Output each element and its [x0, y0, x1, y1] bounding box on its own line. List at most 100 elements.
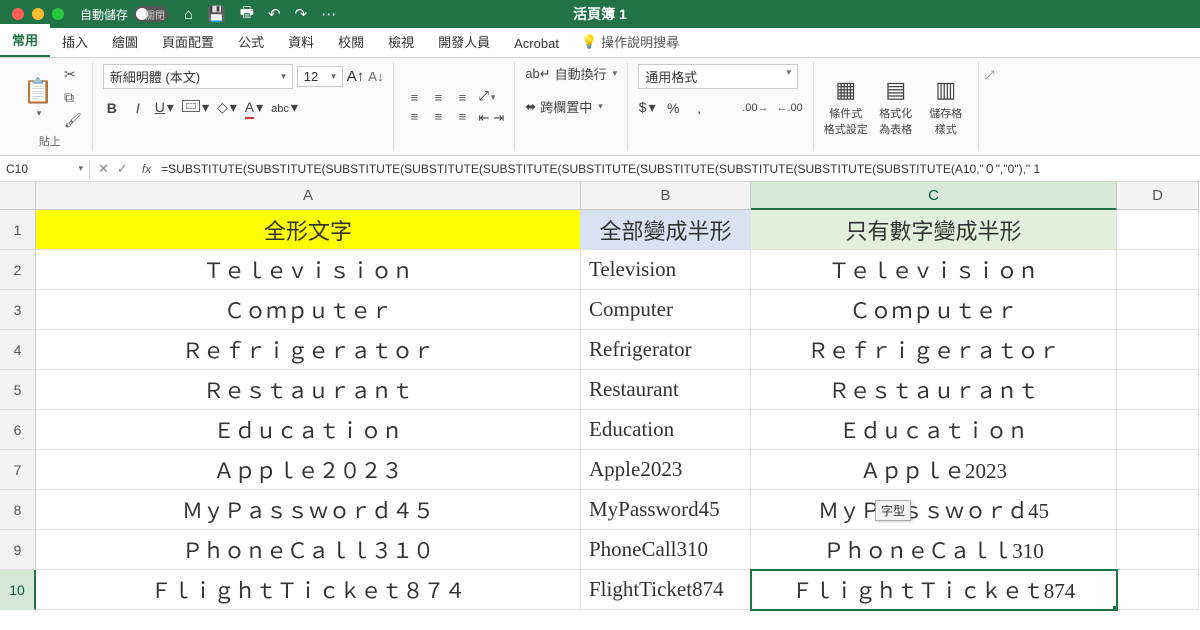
orientation-icon[interactable]: ⤢▾ — [478, 88, 504, 104]
row-header[interactable]: 2 — [0, 250, 36, 290]
cell[interactable] — [1117, 530, 1199, 570]
cell[interactable]: Apple2023 — [581, 450, 751, 490]
cell[interactable]: MyPassword45 — [581, 490, 751, 530]
cell[interactable]: Education — [581, 410, 751, 450]
cell[interactable] — [1117, 410, 1199, 450]
format-painter-icon[interactable]: 🖌 — [64, 112, 82, 129]
cell[interactable]: Television — [581, 250, 751, 290]
tell-me-search[interactable]: 💡 操作說明搜尋 — [571, 26, 689, 57]
row-header[interactable]: 3 — [0, 290, 36, 330]
column-header[interactable]: D — [1117, 182, 1199, 210]
font-name-select[interactable]: 新細明體 (本文)▾ — [103, 64, 293, 89]
cell[interactable] — [1117, 290, 1199, 330]
tab-page-layout[interactable]: 頁面配置 — [150, 26, 226, 57]
autosave-toggle[interactable]: 自動儲存 關閉 — [80, 6, 168, 23]
ribbon-expand-icon[interactable]: ⤢ — [985, 68, 995, 83]
enter-icon[interactable]: ✓ — [117, 161, 128, 177]
increase-font-icon[interactable]: A↑ — [347, 68, 365, 85]
cell[interactable]: Ｅｄｕｃａｔｉｏｎ — [36, 410, 581, 450]
cell[interactable]: ＰｈｏｎｅＣａｌｌ310 — [751, 530, 1117, 570]
cell[interactable]: 全部變成半形 — [581, 210, 751, 250]
decrease-decimal-button[interactable]: ←.00 — [776, 102, 802, 114]
number-format-select[interactable]: 通用格式▾ — [638, 64, 798, 89]
row-header[interactable]: 4 — [0, 330, 36, 370]
cell[interactable]: Ｒｅｓｔａｕｒａｎｔ — [751, 370, 1117, 410]
paste-button[interactable]: 📋 ▾ — [18, 77, 58, 119]
column-header[interactable]: C — [751, 182, 1117, 210]
tab-home[interactable]: 常用 — [0, 24, 50, 57]
cell[interactable]: Ａｐｐｌｅ２０２３ — [36, 450, 581, 490]
cell[interactable]: Ｒｅｆｒｉｇｅｒａｔｏｒ — [36, 330, 581, 370]
row-header[interactable]: 10 — [0, 570, 36, 610]
cell[interactable] — [1117, 210, 1199, 250]
cell[interactable] — [1117, 250, 1199, 290]
cell[interactable]: Ｃｏｍｐｕｔｅｒ — [751, 290, 1117, 330]
select-all-corner[interactable] — [0, 182, 36, 210]
align-right-icon[interactable]: ≡ — [452, 109, 472, 124]
save-icon[interactable]: 💾 — [207, 5, 226, 23]
cell[interactable]: FlightTicket874 — [581, 570, 751, 610]
cell[interactable]: Ｔｅｌｅｖｉｓｉｏｎ — [36, 250, 581, 290]
column-header[interactable]: A — [36, 182, 581, 210]
cell[interactable]: Ｒｅｓｔａｕｒａｎｔ — [36, 370, 581, 410]
redo-icon[interactable]: ↷ — [295, 5, 308, 23]
tab-review[interactable]: 校閱 — [326, 26, 376, 57]
row-header[interactable]: 9 — [0, 530, 36, 570]
zoom-window[interactable] — [52, 8, 64, 20]
more-icon[interactable]: ⋯ — [321, 5, 336, 23]
close-window[interactable] — [12, 8, 24, 20]
minimize-window[interactable] — [32, 8, 44, 20]
cut-icon[interactable]: ✂︎ — [64, 66, 82, 83]
cell[interactable]: Computer — [581, 290, 751, 330]
fx-icon[interactable]: fx — [136, 162, 157, 176]
cell[interactable]: Ｅｄｕｃａｔｉｏｎ — [751, 410, 1117, 450]
tab-formulas[interactable]: 公式 — [226, 26, 276, 57]
currency-button[interactable]: $▾ — [638, 99, 656, 116]
phonetic-button[interactable]: abc▾ — [271, 99, 298, 116]
cell[interactable] — [1117, 490, 1199, 530]
cell[interactable]: Restaurant — [581, 370, 751, 410]
align-bottom-icon[interactable]: ≡ — [452, 90, 472, 105]
tab-acrobat[interactable]: Acrobat — [502, 30, 571, 57]
print-icon[interactable]: 🖶 — [240, 2, 254, 27]
row-header[interactable]: 5 — [0, 370, 36, 410]
increase-indent-icon[interactable]: ⇥ — [493, 110, 504, 126]
align-top-icon[interactable]: ≡ — [404, 90, 424, 105]
home-icon[interactable]: ⌂ — [184, 6, 193, 23]
cell[interactable] — [1117, 570, 1199, 610]
underline-button[interactable]: U▾ — [155, 99, 174, 116]
cell[interactable]: Refrigerator — [581, 330, 751, 370]
align-left-icon[interactable]: ≡ — [404, 109, 424, 124]
tab-developer[interactable]: 開發人員 — [426, 26, 502, 57]
cell[interactable] — [1117, 450, 1199, 490]
cell[interactable]: Ｔｅｌｅｖｉｓｉｏｎ — [751, 250, 1117, 290]
bold-button[interactable]: B — [103, 100, 121, 116]
tab-insert[interactable]: 插入 — [50, 26, 100, 57]
increase-decimal-button[interactable]: .00→ — [742, 102, 768, 114]
wrap-text-button[interactable]: ab↵自動換行▾ — [525, 64, 617, 83]
cell[interactable] — [1117, 370, 1199, 410]
fill-handle[interactable] — [1113, 606, 1117, 610]
cell-styles-button[interactable]: ▥ 儲存格 樣式 — [924, 77, 968, 137]
cell[interactable]: ＭｙＰａｓｓｗｏｒｄ45字型 — [751, 490, 1117, 530]
column-header[interactable]: B — [581, 182, 751, 210]
cell[interactable]: ＦｌｉｇｈｔＴｉｃｋｅｔ874 — [751, 570, 1117, 610]
font-size-select[interactable]: 12▾ — [297, 66, 343, 87]
row-header[interactable]: 7 — [0, 450, 36, 490]
fill-color-button[interactable]: ◇▾ — [217, 99, 237, 116]
cell[interactable]: ＦｌｉｇｈｔＴｉｃｋｅｔ８７４ — [36, 570, 581, 610]
name-box[interactable]: C10▾ — [0, 160, 90, 178]
row-header[interactable]: 8 — [0, 490, 36, 530]
cell[interactable]: ＰｈｏｎｅＣａｌｌ３１０ — [36, 530, 581, 570]
percent-button[interactable]: % — [664, 100, 682, 116]
formula-input[interactable]: =SUBSTITUTE(SUBSTITUTE(SUBSTITUTE(SUBSTI… — [157, 158, 1200, 179]
row-header[interactable]: 1 — [0, 210, 36, 250]
cell[interactable]: Ｃｏｍｐｕｔｅｒ — [36, 290, 581, 330]
decrease-font-icon[interactable]: A↓ — [368, 69, 383, 84]
align-middle-icon[interactable]: ≡ — [428, 90, 448, 105]
format-as-table-button[interactable]: ▤ 格式化 為表格 — [874, 77, 918, 137]
cell[interactable] — [1117, 330, 1199, 370]
cell[interactable]: ＭｙＰａｓｓｗｏｒｄ４５ — [36, 490, 581, 530]
decrease-indent-icon[interactable]: ⇤ — [478, 110, 489, 126]
tab-draw[interactable]: 繪圖 — [100, 26, 150, 57]
